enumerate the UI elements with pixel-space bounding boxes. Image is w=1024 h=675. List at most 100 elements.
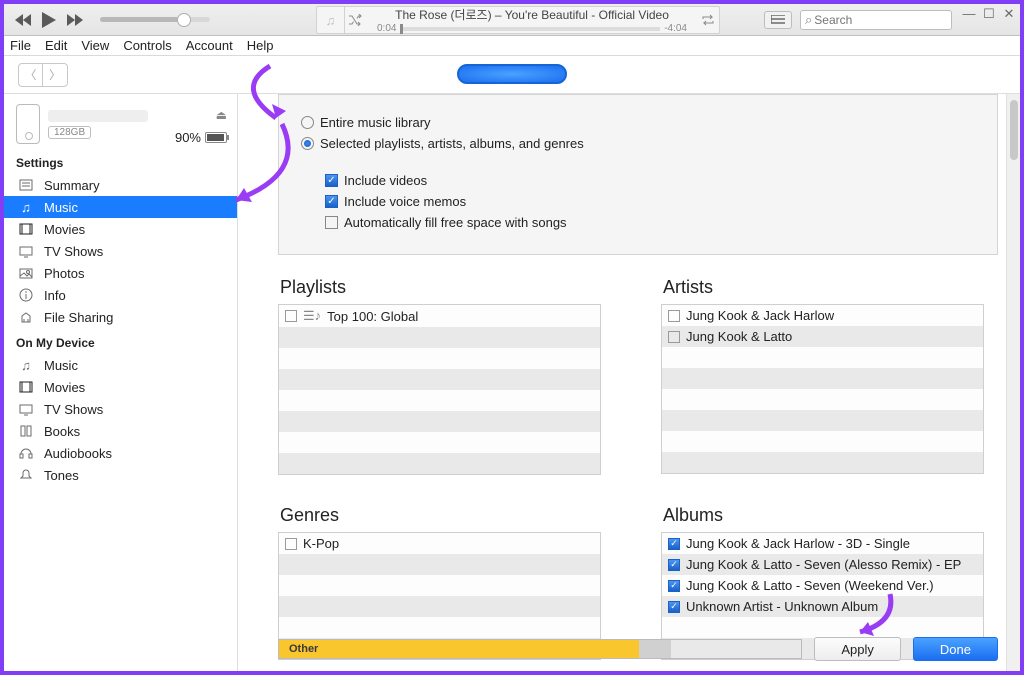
list-item[interactable]: ✓Unknown Artist - Unknown Album [662, 596, 983, 617]
menu-bar: File Edit View Controls Account Help [4, 36, 1020, 56]
checkbox[interactable] [285, 538, 297, 550]
menu-help[interactable]: Help [247, 38, 274, 53]
list-item-empty [662, 389, 983, 410]
artists-title: Artists [663, 277, 984, 298]
radio-entire-library[interactable]: Entire music library [301, 115, 975, 130]
usage-label: Other [289, 643, 318, 655]
albums-title: Albums [663, 505, 984, 526]
sidebar-item-summary[interactable]: Summary [4, 174, 237, 196]
forward-button[interactable]: 〉 [43, 64, 67, 86]
now-playing-display: ♫ The Rose (더로즈) – You're Beautiful - Of… [316, 6, 720, 34]
sync-options-box: Entire music library Selected playlists,… [278, 94, 998, 255]
playlists-list[interactable]: ☰♪Top 100: Global [278, 304, 601, 475]
search-icon: ⌕ [805, 12, 812, 28]
done-button[interactable]: Done [913, 637, 998, 661]
list-item-empty [662, 347, 983, 368]
check-include-videos[interactable]: ✓Include videos [325, 173, 975, 188]
search-input[interactable] [812, 12, 971, 28]
shuffle-icon[interactable] [345, 14, 367, 26]
list-item[interactable]: ✓Jung Kook & Latto - Seven (Alesso Remix… [662, 554, 983, 575]
sidebar-item-music[interactable]: ♫Music [4, 196, 237, 218]
list-item[interactable]: ✓Jung Kook & Latto - Seven (Weekend Ver.… [662, 575, 983, 596]
storage-usage-bar: Other [278, 639, 802, 659]
prev-button[interactable] [12, 12, 34, 28]
checkbox[interactable] [668, 331, 680, 343]
list-item-empty [279, 348, 600, 369]
playlist-icon: ☰♪ [303, 308, 321, 324]
checkbox[interactable]: ✓ [668, 580, 680, 592]
books-icon [18, 423, 34, 439]
menu-controls[interactable]: Controls [123, 38, 171, 53]
sidebar-item-movies[interactable]: Movies [4, 218, 237, 240]
battery-percent: 90% [175, 130, 201, 145]
sidebar-item-photos[interactable]: Photos [4, 262, 237, 284]
list-item-empty [279, 575, 600, 596]
device-name [48, 110, 148, 122]
list-item-empty [662, 410, 983, 431]
music-note-icon: ♫ [317, 6, 345, 34]
list-item[interactable]: ☰♪Top 100: Global [279, 305, 600, 327]
list-item-empty [279, 411, 600, 432]
search-field[interactable]: ⌕ [800, 10, 952, 30]
sidebar-item-books[interactable]: Books [4, 420, 237, 442]
summary-icon [18, 177, 34, 193]
music-icon: ♫ [18, 199, 34, 215]
file-sharing-icon [18, 309, 34, 325]
apply-button[interactable]: Apply [814, 637, 901, 661]
sync-indicator-pill [457, 64, 567, 84]
list-item[interactable]: Jung Kook & Latto [662, 326, 983, 347]
menu-edit[interactable]: Edit [45, 38, 67, 53]
device-icon [16, 104, 40, 144]
radio-selected-content[interactable]: Selected playlists, artists, albums, and… [301, 136, 975, 151]
minimize-button[interactable]: — [962, 6, 976, 22]
list-item[interactable]: ✓Jung Kook & Jack Harlow - 3D - Single [662, 533, 983, 554]
now-playing-title: The Rose (더로즈) – You're Beautiful - Offi… [391, 6, 673, 23]
movies-icon [18, 379, 34, 395]
vertical-scrollbar[interactable] [1006, 94, 1020, 671]
sidebar-item-info[interactable]: Info [4, 284, 237, 306]
genres-title: Genres [280, 505, 601, 526]
close-button[interactable]: ✕ [1002, 6, 1016, 22]
list-item[interactable]: Jung Kook & Jack Harlow [662, 305, 983, 326]
checkbox[interactable]: ✓ [668, 538, 680, 550]
checkbox[interactable]: ✓ [668, 559, 680, 571]
checkbox[interactable]: ✓ [668, 601, 680, 613]
sidebar-item-audiobooks[interactable]: Audiobooks [4, 442, 237, 464]
list-item-empty [279, 390, 600, 411]
eject-icon[interactable]: ⏏ [216, 108, 227, 122]
checkbox[interactable] [668, 310, 680, 322]
check-auto-fill[interactable]: Automatically fill free space with songs [325, 215, 975, 230]
elapsed-time: 0:04 [373, 23, 400, 34]
artists-list[interactable]: Jung Kook & Jack HarlowJung Kook & Latto [661, 304, 984, 474]
list-view-button[interactable] [764, 11, 792, 29]
list-item[interactable]: K-Pop [279, 533, 600, 554]
battery-icon [205, 132, 227, 143]
movies-icon [18, 221, 34, 237]
sidebar-item-tones[interactable]: Tones [4, 464, 237, 486]
remaining-time: -4:04 [660, 23, 691, 34]
sidebar-item-file-sharing[interactable]: File Sharing [4, 306, 237, 328]
tones-icon [18, 467, 34, 483]
back-button[interactable]: 〈 [19, 64, 43, 86]
menu-view[interactable]: View [81, 38, 109, 53]
maximize-button[interactable]: ☐ [982, 6, 996, 22]
menu-file[interactable]: File [10, 38, 31, 53]
sidebar-item-music[interactable]: ♫Music [4, 354, 237, 376]
next-button[interactable] [64, 12, 86, 28]
repeat-icon[interactable] [697, 14, 719, 26]
device-header: On My Device [4, 328, 237, 354]
audiobooks-icon [18, 445, 34, 461]
sidebar-item-movies[interactable]: Movies [4, 376, 237, 398]
volume-slider[interactable] [100, 17, 210, 22]
list-item-empty [279, 596, 600, 617]
sidebar-item-tv-shows[interactable]: TV Shows [4, 240, 237, 262]
list-item-empty [662, 368, 983, 389]
list-item-empty [279, 554, 600, 575]
check-include-voice-memos[interactable]: ✓Include voice memos [325, 194, 975, 209]
play-button[interactable] [38, 12, 60, 28]
checkbox[interactable] [285, 310, 297, 322]
content-pane: Entire music library Selected playlists,… [238, 94, 1020, 671]
storage-label: 128GB [48, 126, 91, 139]
menu-account[interactable]: Account [186, 38, 233, 53]
sidebar-item-tv-shows[interactable]: TV Shows [4, 398, 237, 420]
